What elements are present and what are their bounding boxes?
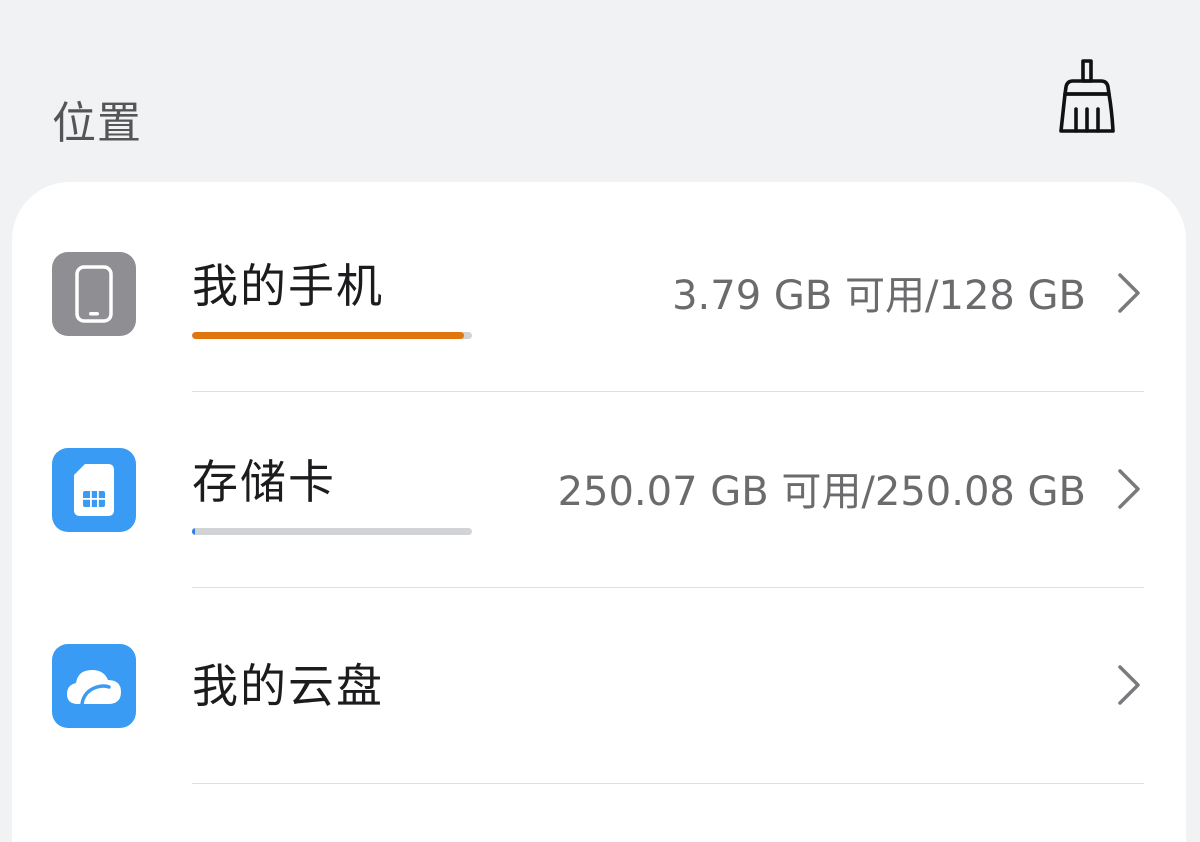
chevron-right-icon bbox=[1118, 273, 1140, 313]
cloud-icon-tile bbox=[52, 644, 136, 728]
location-row-cloud-drive[interactable]: 我的云盘 bbox=[12, 588, 1186, 784]
phone-icon-tile bbox=[52, 252, 136, 336]
broom-icon bbox=[1059, 59, 1115, 133]
usage-bar bbox=[192, 332, 472, 339]
location-title: 我的云盘 bbox=[192, 659, 384, 713]
chevron-right-icon bbox=[1118, 665, 1140, 705]
clean-button[interactable] bbox=[1052, 54, 1122, 138]
storage-locations-card: 我的手机 3.79 GB 可用/128 GB 存储卡 250.07 GB 可用/… bbox=[12, 182, 1186, 842]
header: 位置 bbox=[0, 0, 1200, 182]
location-row-sd-card[interactable]: 存储卡 250.07 GB 可用/250.08 GB bbox=[12, 392, 1186, 588]
usage-bar-fill bbox=[192, 528, 195, 535]
section-title: 位置 bbox=[52, 98, 142, 149]
storage-summary: 3.79 GB 可用/128 GB bbox=[672, 273, 1086, 319]
divider bbox=[192, 783, 1144, 784]
sd-card-icon bbox=[74, 464, 114, 516]
cloud-icon bbox=[67, 670, 121, 706]
sd-card-icon-tile bbox=[52, 448, 136, 532]
location-row-phone[interactable]: 我的手机 3.79 GB 可用/128 GB bbox=[12, 196, 1186, 392]
location-title: 我的手机 bbox=[192, 259, 384, 313]
usage-bar-fill bbox=[192, 332, 464, 339]
usage-bar bbox=[192, 528, 472, 535]
phone-icon bbox=[75, 265, 113, 323]
chevron-right-icon bbox=[1118, 469, 1140, 509]
location-title: 存储卡 bbox=[192, 455, 336, 509]
storage-summary: 250.07 GB 可用/250.08 GB bbox=[557, 469, 1086, 515]
